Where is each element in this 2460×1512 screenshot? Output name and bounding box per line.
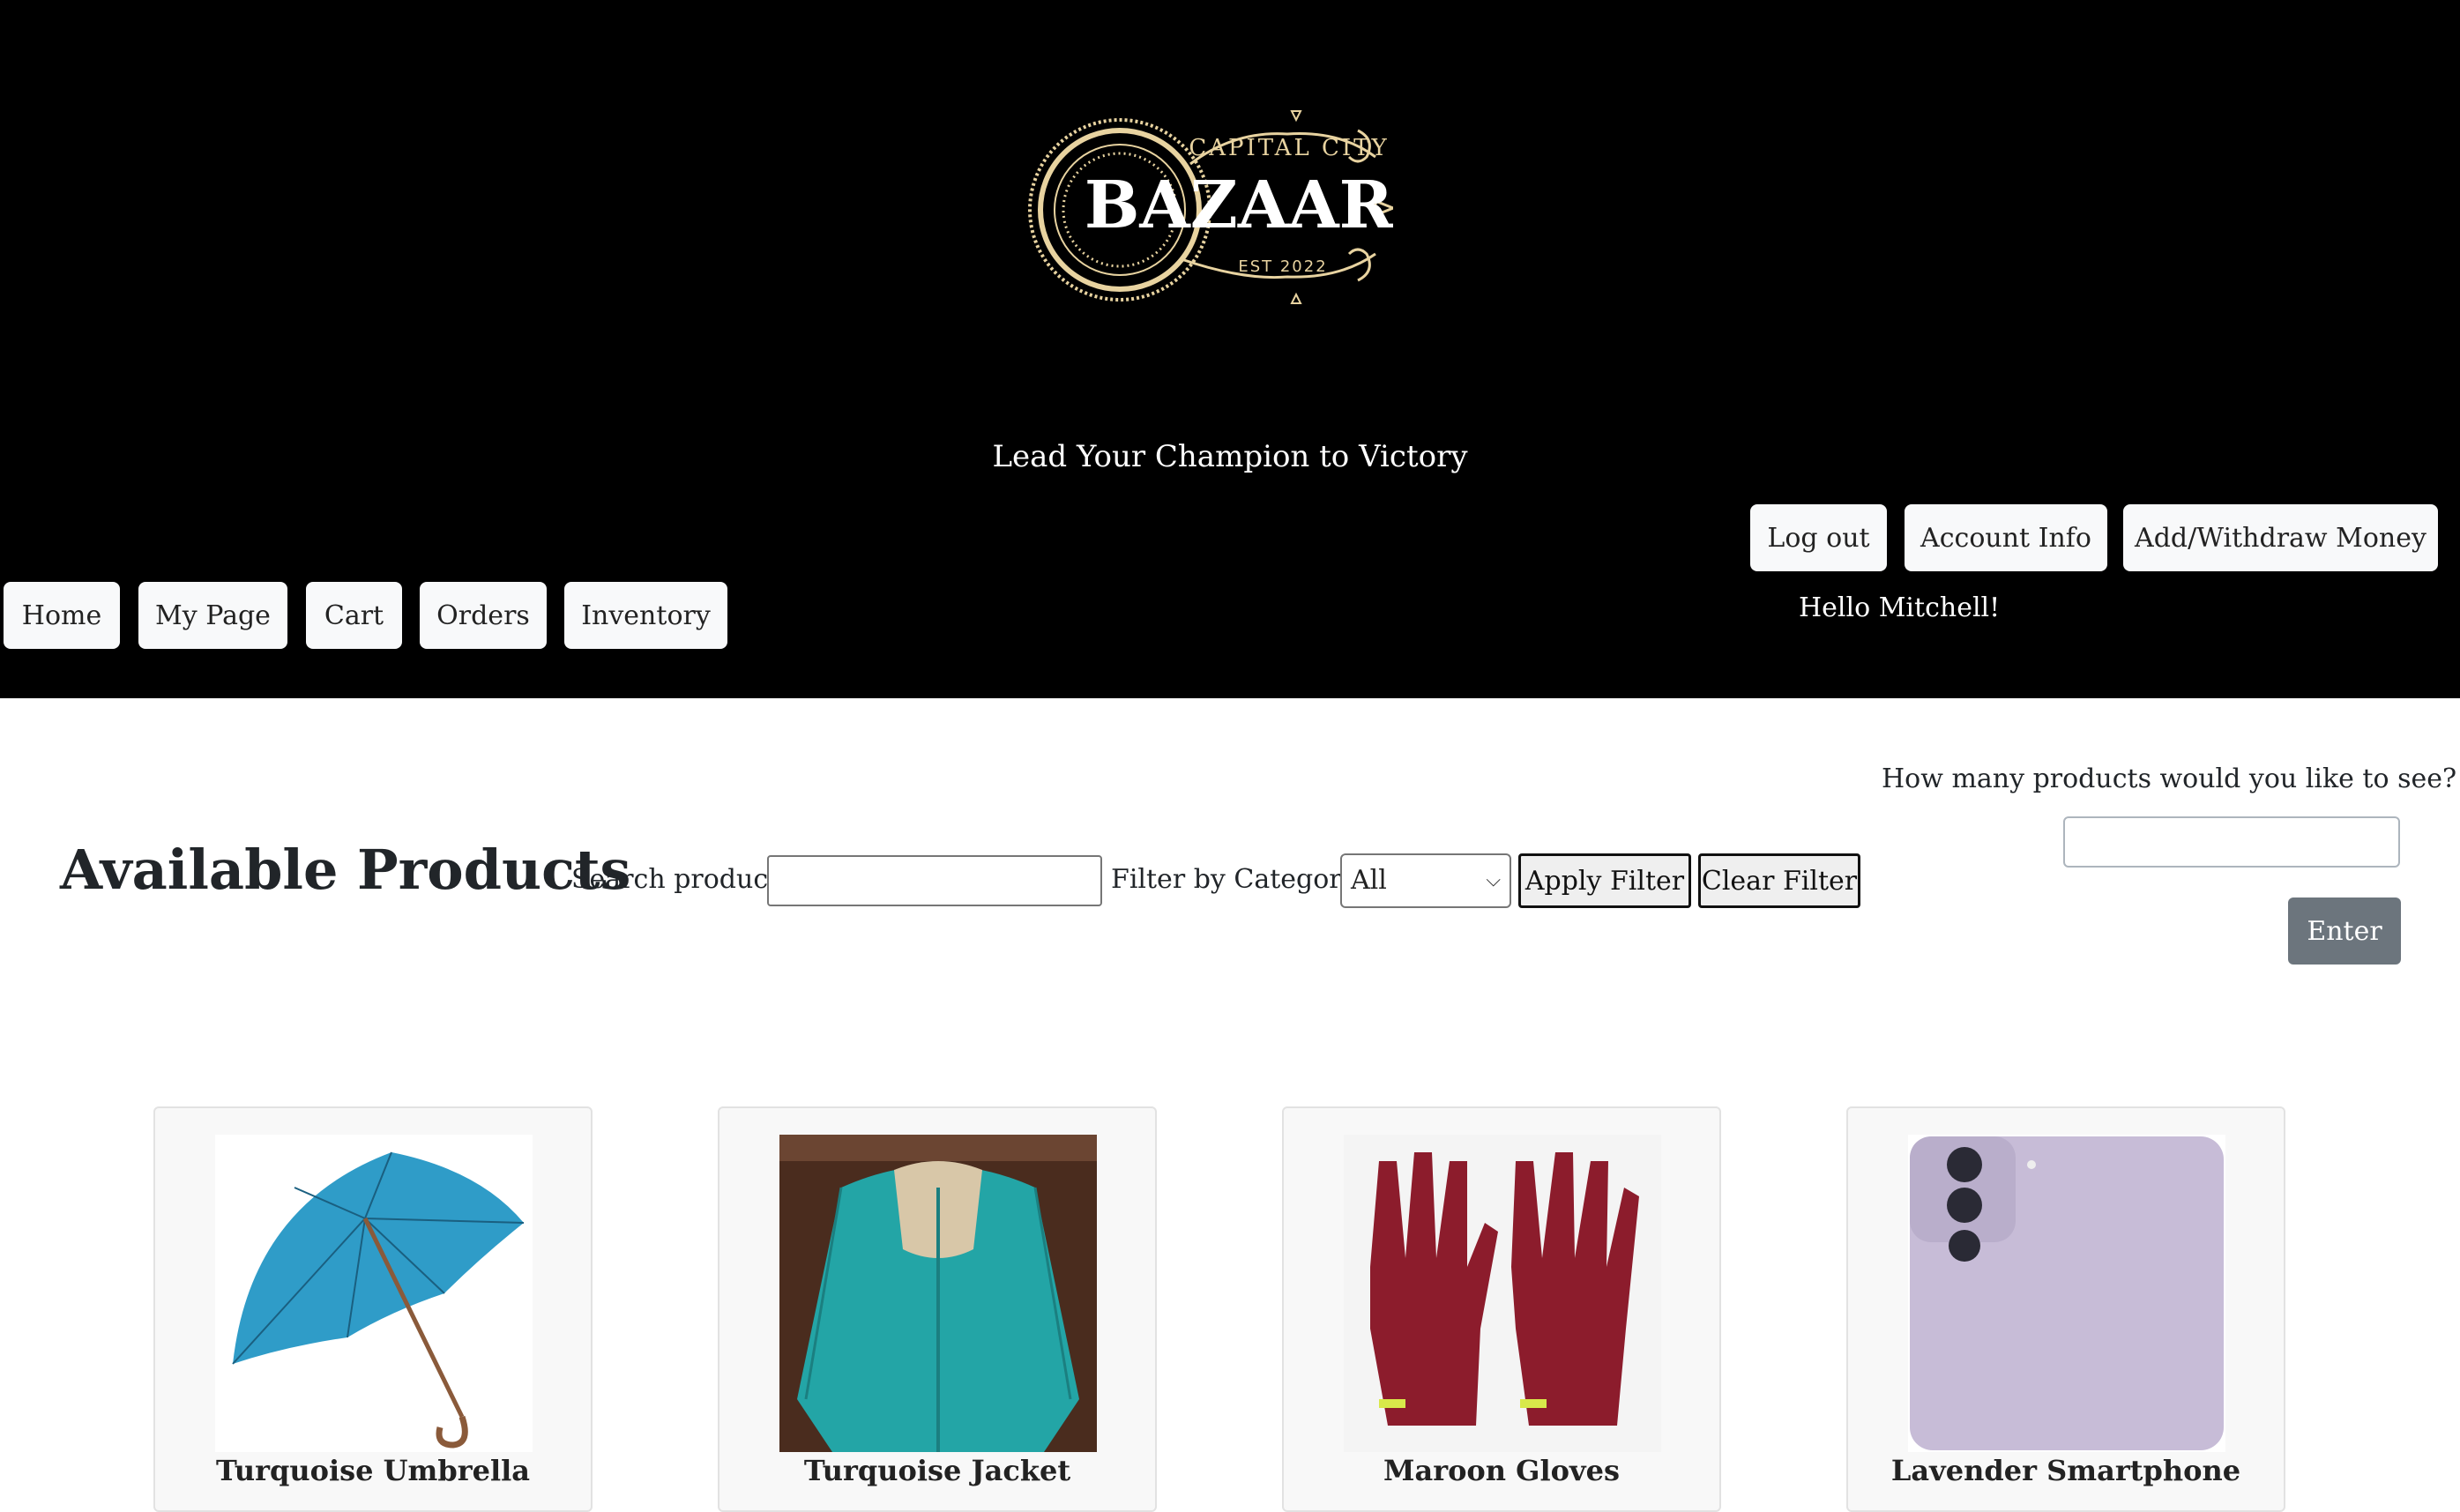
- search-label: Search product:: [571, 864, 788, 895]
- product-name[interactable]: Maroon Gloves: [1284, 1454, 1719, 1487]
- add-withdraw-money-button[interactable]: Add/Withdraw Money: [2123, 504, 2438, 571]
- apply-filter-button[interactable]: Apply Filter: [1518, 853, 1691, 908]
- nav-my-page-button[interactable]: My Page: [138, 582, 287, 649]
- tagline: Lead Your Champion to Victory: [992, 439, 1468, 474]
- product-name[interactable]: Turquoise Umbrella: [155, 1454, 591, 1487]
- logo-main-text: BAZAAR: [1085, 168, 1393, 243]
- nav-inventory-button[interactable]: Inventory: [564, 582, 727, 649]
- account-info-button[interactable]: Account Info: [1905, 504, 2107, 571]
- product-card[interactable]: Turquoise Umbrella: [153, 1106, 593, 1512]
- site-header: CAPITAL CITY BAZAAR EST 2022 Lead Your C…: [0, 0, 2460, 698]
- filter-label: Filter by Category:: [1111, 864, 1366, 895]
- category-select-value: All: [1351, 865, 1387, 896]
- product-count-question: How many products would you like to see?: [1882, 763, 2457, 794]
- bazaar-logo[interactable]: CAPITAL CITY BAZAAR EST 2022: [1023, 104, 1393, 312]
- product-name[interactable]: Turquoise Jacket: [719, 1454, 1155, 1487]
- category-select[interactable]: All ⌵: [1340, 853, 1511, 908]
- smartphone-image[interactable]: [1908, 1135, 2225, 1452]
- clear-filter-button[interactable]: Clear Filter: [1698, 853, 1860, 908]
- product-count-input[interactable]: [2063, 816, 2400, 868]
- nav-cart-button[interactable]: Cart: [306, 582, 402, 649]
- logo-est-text: EST 2022: [1238, 257, 1327, 276]
- enter-button[interactable]: Enter: [2288, 898, 2401, 965]
- product-card[interactable]: Turquoise Jacket: [718, 1106, 1157, 1512]
- chevron-down-icon: ⌵: [1486, 869, 1501, 891]
- product-card[interactable]: Lavender Smartphone: [1846, 1106, 2285, 1512]
- gloves-image[interactable]: [1344, 1135, 1661, 1452]
- nav-home-button[interactable]: Home: [4, 582, 120, 649]
- nav-orders-button[interactable]: Orders: [420, 582, 547, 649]
- search-input[interactable]: [767, 855, 1102, 906]
- page-title: Available Products: [60, 838, 631, 902]
- user-greeting: Hello Mitchell!: [1799, 592, 2001, 623]
- logout-button[interactable]: Log out: [1750, 504, 1887, 571]
- umbrella-image[interactable]: [215, 1135, 533, 1452]
- jacket-image[interactable]: [779, 1135, 1097, 1452]
- product-card[interactable]: Maroon Gloves: [1282, 1106, 1721, 1512]
- product-name[interactable]: Lavender Smartphone: [1848, 1454, 2284, 1487]
- logo-top-text: CAPITAL CITY: [1189, 135, 1389, 161]
